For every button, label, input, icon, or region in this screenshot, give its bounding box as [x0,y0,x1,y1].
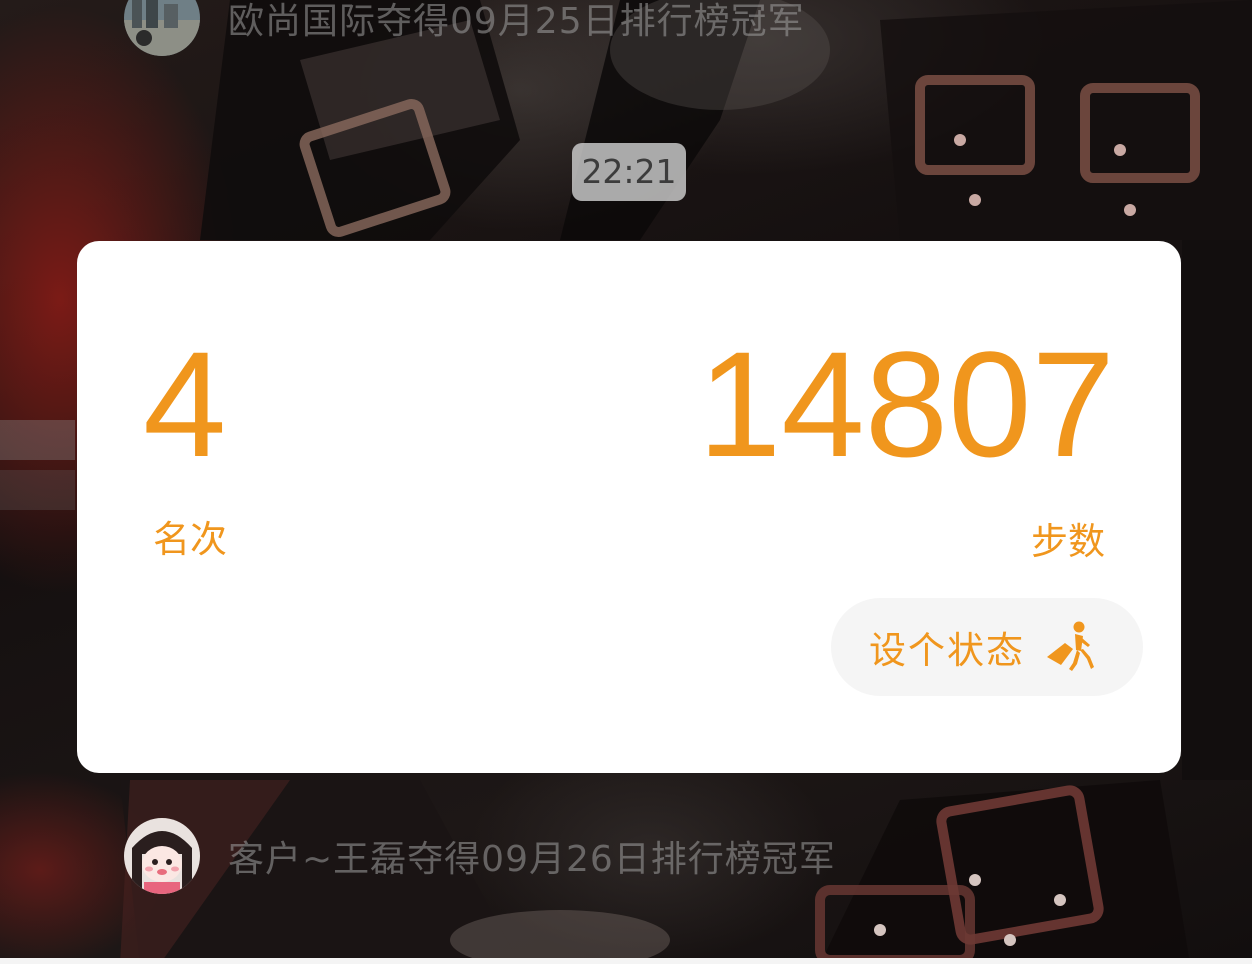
avatar-photo-city-icon [124,0,200,56]
set-status-button[interactable]: 设个状态 [831,598,1143,696]
steps-value: 14807 [697,320,1115,488]
avatar[interactable] [124,818,200,894]
notice-text: 客户~王磊夺得09月26日排行榜冠军 [228,839,836,880]
message-time: 22:21 [572,143,686,201]
bottom-rank-notice: 客户~王磊夺得09月26日排行榜冠军 [124,818,836,894]
rank-label: 名次 [153,518,227,561]
notice-text: 欧尚国际夺得09月25日排行榜冠军 [228,1,805,42]
avatar-cartoon-girl-icon [124,818,200,894]
runner-icon [1043,619,1099,675]
steps-label: 步数 [1031,520,1105,563]
top-rank-notice: 欧尚国际夺得09月25日排行榜冠军 [124,0,805,56]
set-status-label: 设个状态 [869,629,1025,672]
avatar[interactable] [124,0,200,56]
bottom-divider [0,958,1252,964]
step-ranking-card[interactable]: 4 名次 14807 步数 设个状态 [77,241,1181,773]
rank-value: 4 [143,320,227,488]
